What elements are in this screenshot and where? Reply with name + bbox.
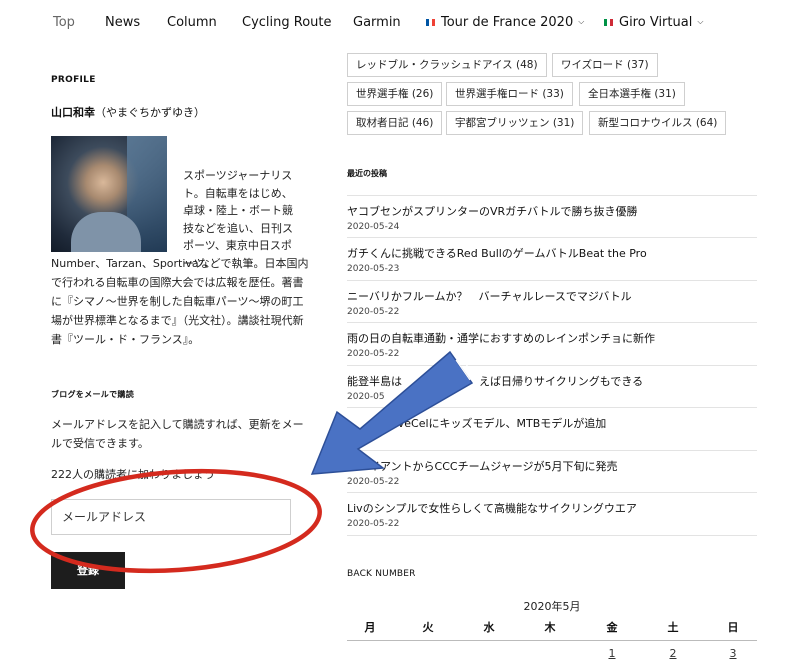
- author-bio-part2: Number、Tarzan、Sportivaなどで執筆。日本国内で行われる自転車…: [51, 257, 309, 346]
- weekday-sat: 土: [667, 621, 679, 634]
- tag-item[interactable]: 宇都宮ブリッツェン (31): [446, 111, 584, 135]
- nav-news[interactable]: News: [105, 15, 140, 30]
- post-date: 2020-05-22: [347, 519, 400, 529]
- list-item: 雨の日の自転車通勤・通学におすすめのレインポンチョに新作 2020-05-22: [347, 330, 767, 359]
- subscriber-count: 222人の購読者に加わりましょう: [51, 468, 215, 481]
- post-link[interactable]: 雨の日の自転車通勤・通学におすすめのレインポンチョに新作: [347, 330, 767, 346]
- tag-item[interactable]: 世界選手権 (26): [347, 82, 443, 106]
- subscribe-heading: ブログをメールで購読: [51, 390, 134, 399]
- tag-item[interactable]: 新型コロナウイルス (64): [589, 111, 727, 135]
- tag-item[interactable]: 全日本選手権 (31): [579, 82, 685, 106]
- author-photo: [51, 136, 167, 252]
- top-navigation: Top News Column Cycling Route Garmin Tou…: [0, 0, 800, 46]
- pointer-arrow: [310, 350, 476, 475]
- email-input[interactable]: メールアドレス: [51, 499, 291, 535]
- post-date: 2020-05-22: [347, 349, 400, 359]
- chevron-down-icon: ⌵: [578, 17, 585, 26]
- post-date: 2020-05: [347, 392, 385, 402]
- tag-item[interactable]: 取材者日記 (46): [347, 111, 443, 135]
- weekday-mon: 月: [364, 621, 376, 634]
- nav-tdf-label: Tour de France 2020: [441, 15, 574, 30]
- tag-item[interactable]: ワイズロード (37): [552, 53, 658, 77]
- post-link[interactable]: aveCelにキッズモデル、MTBモデルが追加: [347, 415, 767, 431]
- post-link[interactable]: ヤコブセンがスプリンターのVRガチバトルで勝ち抜き優勝: [347, 203, 767, 219]
- post-date: 2020-05-23: [347, 264, 400, 274]
- list-item: Livのシンプルで女性らしくて高機能なサイクリングウエア 2020-05-22: [347, 500, 767, 529]
- post-date: 2020-05-24: [347, 222, 400, 232]
- weekday-thu: 木: [544, 621, 556, 634]
- post-date: 2020-05-22: [347, 307, 400, 317]
- author-name-reading: （やまぐちかずゆき）: [95, 106, 205, 119]
- nav-cycling-route[interactable]: Cycling Route: [242, 15, 332, 30]
- calendar-day[interactable]: 3: [713, 647, 753, 660]
- list-item: ヤコブセンがスプリンターのVRガチバトルで勝ち抜き優勝 2020-05-24: [347, 203, 767, 232]
- subscribe-description: メールアドレスを記入して購読すれば、更新をメールで受信できます。: [51, 418, 304, 450]
- calendar-day[interactable]: 1: [592, 647, 632, 660]
- post-link[interactable]: ニーバリかフルームか？ バーチャルレースでマジバトル: [347, 288, 767, 304]
- subscribe-button[interactable]: 登録: [51, 552, 125, 589]
- profile-name: 山口和幸（やまぐちかずゆき）: [51, 104, 205, 120]
- chevron-down-icon: ⌵: [697, 17, 704, 26]
- post-link[interactable]: 能登半島は えば日帰りサイクリングもできる: [347, 373, 767, 389]
- italy-flag-icon: [604, 19, 613, 26]
- weekday-sun: 日: [727, 621, 739, 634]
- nav-top[interactable]: Top: [53, 15, 75, 30]
- list-item: aveCelにキッズモデル、MTBモデルが追加: [347, 415, 767, 434]
- post-link[interactable]: イアントからCCCチームジャージが5月下旬に発売: [347, 458, 767, 474]
- post-link[interactable]: Livのシンプルで女性らしくて高機能なサイクリングウエア: [347, 500, 767, 516]
- tag-item[interactable]: レッドブル・クラッシュドアイス (48): [347, 53, 547, 77]
- profile-heading: PROFILE: [51, 75, 96, 85]
- list-item: ニーバリかフルームか？ バーチャルレースでマジバトル 2020-05-22: [347, 288, 767, 317]
- weekday-tue: 火: [422, 621, 434, 634]
- nav-giro-label: Giro Virtual: [619, 15, 693, 30]
- calendar-month: 2020年5月: [523, 600, 581, 613]
- nav-garmin[interactable]: Garmin: [353, 15, 401, 30]
- post-date: 2020-05-22: [347, 477, 400, 487]
- list-item: 能登半島は えば日帰りサイクリングもできる 2020-05: [347, 373, 767, 402]
- nav-column[interactable]: Column: [167, 15, 217, 30]
- weekday-fri: 金: [606, 621, 618, 634]
- list-item: イアントからCCCチームジャージが5月下旬に発売 2020-05-22: [347, 458, 767, 487]
- nav-tour-de-france[interactable]: Tour de France 2020 ⌵: [426, 15, 584, 30]
- list-item: ガチくんに挑戦できるRed BullのゲームバトルBeat the Pro 202…: [347, 245, 767, 274]
- recent-posts-heading: 最近の投稿: [347, 169, 387, 178]
- weekday-wed: 水: [483, 621, 495, 634]
- tag-item[interactable]: 世界選手権ロード (33): [446, 82, 573, 106]
- nav-giro-virtual[interactable]: Giro Virtual ⌵: [604, 15, 703, 30]
- back-number-heading: BACK NUMBER: [347, 569, 416, 579]
- author-name: 山口和幸: [51, 106, 95, 119]
- calendar-day[interactable]: 2: [653, 647, 693, 660]
- france-flag-icon: [426, 19, 435, 26]
- post-link[interactable]: ガチくんに挑戦できるRed BullのゲームバトルBeat the Pro: [347, 245, 767, 261]
